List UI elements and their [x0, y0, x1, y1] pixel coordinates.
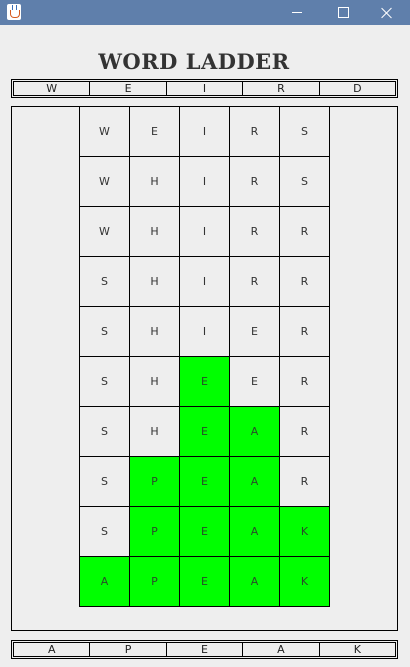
- ladder-cell: R: [279, 356, 330, 407]
- ladder-cell: S: [79, 456, 130, 507]
- ladder-cell: K: [279, 556, 330, 607]
- ladder-cell: W: [79, 156, 130, 207]
- ladder-cell: A: [79, 556, 130, 607]
- ladder-cell: A: [229, 556, 280, 607]
- target-word-letter: A: [13, 642, 91, 657]
- ladder-cell: R: [279, 206, 330, 257]
- ladder-cell: S: [79, 256, 130, 307]
- ladder-cell: E: [179, 406, 230, 457]
- ladder-cell: E: [229, 306, 280, 357]
- ladder-cell: A: [229, 456, 280, 507]
- start-word-letter: E: [89, 81, 167, 96]
- ladder-cell: R: [279, 256, 330, 307]
- ladder-cell: S: [279, 156, 330, 207]
- ladder-cell: H: [129, 256, 180, 307]
- start-word-letter: R: [242, 81, 320, 96]
- ladder-cell: K: [279, 506, 330, 557]
- ladder-cell: S: [279, 106, 330, 157]
- ladder-cell: I: [179, 306, 230, 357]
- ladder-grid: WEIRSWHIRSWHIRRSHIRRSHIERSHEERSHEARSPEAR…: [79, 106, 330, 607]
- ladder-cell: E: [129, 106, 180, 157]
- target-word-letter: E: [165, 642, 244, 657]
- ladder-cell: P: [129, 456, 180, 507]
- ladder-cell: R: [279, 456, 330, 507]
- maximize-button[interactable]: [320, 0, 366, 25]
- ladder-cell: I: [179, 256, 230, 307]
- close-icon: [381, 7, 393, 19]
- ladder-cell: P: [129, 556, 180, 607]
- ladder-cell: I: [179, 206, 230, 257]
- start-word-row: W E I R D: [11, 79, 398, 98]
- ladder-cell: W: [79, 106, 130, 157]
- minimize-icon: [292, 12, 302, 13]
- ladder-cell: P: [129, 506, 180, 557]
- ladder-cell: R: [229, 156, 280, 207]
- ladder-cell: I: [179, 106, 230, 157]
- start-word-letter: D: [318, 81, 397, 96]
- ladder-cell: E: [179, 556, 230, 607]
- ladder-cell: R: [279, 306, 330, 357]
- close-button[interactable]: [364, 0, 410, 25]
- ladder-cell: A: [229, 406, 280, 457]
- java-cup-icon[interactable]: [7, 4, 21, 20]
- game-title: WORD LADDER: [98, 49, 290, 74]
- ladder-cell: R: [229, 206, 280, 257]
- ladder-cell: S: [79, 506, 130, 557]
- ladder-cell: R: [229, 256, 280, 307]
- ladder-cell: E: [179, 456, 230, 507]
- ladder-cell: R: [279, 406, 330, 457]
- start-word-letter: I: [165, 81, 244, 96]
- ladder-cell: S: [79, 406, 130, 457]
- target-word-letter: A: [242, 642, 320, 657]
- target-word-row: A P E A K: [11, 640, 398, 659]
- ladder-cell: W: [79, 206, 130, 257]
- ladder-cell: E: [229, 356, 280, 407]
- target-word-letter: P: [89, 642, 167, 657]
- start-word-letter: W: [13, 81, 91, 96]
- ladder-cell: E: [179, 356, 230, 407]
- ladder-cell: H: [129, 406, 180, 457]
- ladder-cell: E: [179, 506, 230, 557]
- ladder-cell: S: [79, 356, 130, 407]
- ladder-cell: I: [179, 156, 230, 207]
- ladder-cell: H: [129, 356, 180, 407]
- ladder-cell: A: [229, 506, 280, 557]
- ladder-cell: H: [129, 306, 180, 357]
- ladder-cell: H: [129, 156, 180, 207]
- target-word-letter: K: [318, 642, 397, 657]
- ladder-cell: S: [79, 306, 130, 357]
- minimize-button[interactable]: [274, 0, 320, 25]
- ladder-cell: H: [129, 206, 180, 257]
- window-titlebar: [0, 0, 410, 25]
- ladder-cell: R: [229, 106, 280, 157]
- maximize-icon: [337, 7, 349, 18]
